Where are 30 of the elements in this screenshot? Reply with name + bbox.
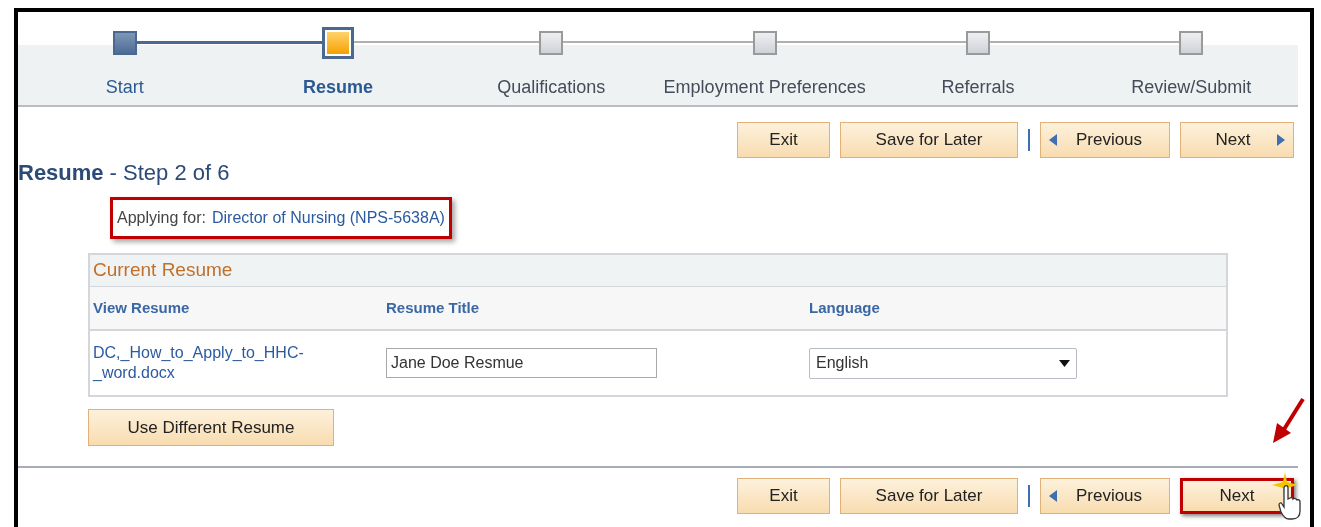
resume-file-link[interactable]: DC,_How_to_Apply_to_HHC-_word.docx (93, 343, 333, 383)
job-link[interactable]: Director of Nursing (NPS-5638A) (211, 206, 445, 230)
action-button[interactable]: Exit (737, 478, 830, 514)
step-label[interactable]: Start (105, 74, 144, 101)
applying-label: Applying for: (117, 208, 206, 228)
step-indicator: - Step 2 of 6 (109, 159, 230, 187)
resume-title-field[interactable]: Jane Doe Resmue (386, 348, 657, 378)
left-triangle-icon (1049, 134, 1057, 146)
page-title: Resume (18, 159, 104, 187)
step-label[interactable]: Referrals (941, 74, 1015, 101)
column-header: View Resume (93, 297, 191, 318)
dropdown-caret-icon (1059, 359, 1070, 367)
language-dropdown[interactable]: English (809, 347, 1077, 379)
step-label[interactable]: Qualifications (497, 74, 606, 101)
previous-button[interactable]: Previous (1040, 478, 1170, 514)
action-button[interactable]: Save for Later (840, 122, 1018, 158)
use-different-resume-button[interactable]: Use Different Resume (88, 409, 334, 446)
hand-cursor-icon (1278, 484, 1304, 520)
column-header: Language (809, 297, 881, 318)
step-label[interactable]: Review/Submit (1131, 74, 1252, 101)
panel-title: Current Resume (93, 258, 233, 283)
previous-button[interactable]: Previous (1040, 122, 1170, 158)
step-label[interactable]: Employment Preferences (663, 74, 866, 101)
action-button[interactable]: Save for Later (840, 478, 1018, 514)
step-label[interactable]: Resume (302, 74, 373, 101)
right-triangle-icon (1277, 134, 1285, 146)
left-triangle-icon (1049, 490, 1057, 502)
column-header: Resume Title (386, 297, 481, 318)
action-button[interactable]: Exit (737, 122, 830, 158)
next-button[interactable]: Next (1180, 122, 1294, 158)
